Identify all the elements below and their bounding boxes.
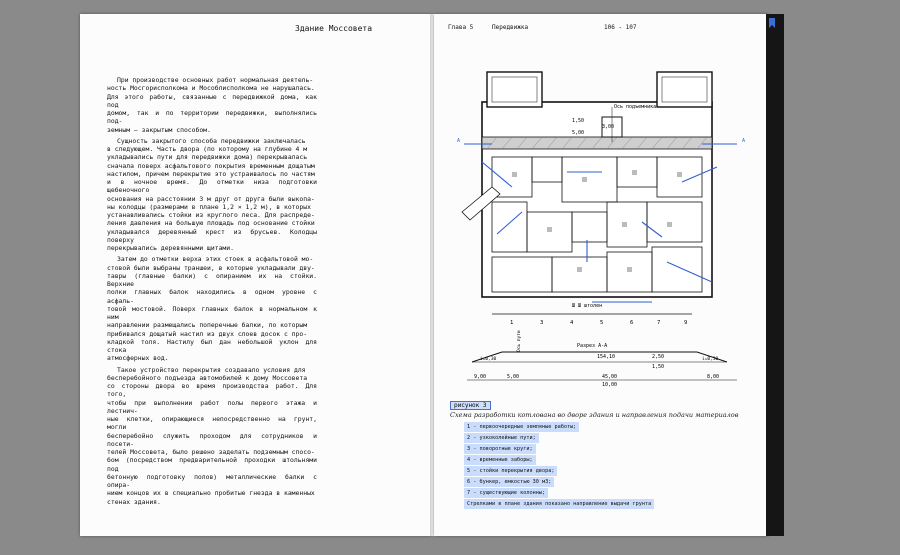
legend-item: 6 - бункер, емкостью 30 м3; xyxy=(464,477,555,487)
legend-item: 7 - существующие колонны; xyxy=(464,488,549,498)
legend-item: 5 - стойки перекрытия двора; xyxy=(464,466,558,476)
svg-text:5: 5 xyxy=(600,320,603,326)
section-marker: А xyxy=(742,138,745,144)
building-outline xyxy=(481,101,713,298)
dim-label: 5,00 xyxy=(572,130,584,136)
building-plan-drawing: Ось подъемника 1,50 3,00 5,00 А А Ш Ш шт… xyxy=(457,71,745,388)
slope-label: i=0,30 xyxy=(702,356,719,362)
svg-text:3: 3 xyxy=(540,320,543,326)
page-numbers: 106 - 107 xyxy=(604,24,637,31)
chapter-label: Глава 5 xyxy=(448,24,474,31)
dim-label: 5,00 xyxy=(507,374,519,380)
dim-label: 45,00 xyxy=(602,374,617,380)
paragraph: Затем до отметки верха этих стоек в асфа… xyxy=(107,255,317,363)
left-page: Здание Моссовета При производстве основн… xyxy=(80,14,432,536)
legend-item: 1 - первоочередные земляные работы; xyxy=(464,422,580,432)
dim-label: 2,50 xyxy=(652,354,664,360)
section-marker: А xyxy=(457,138,460,144)
section-label: Разрез А-А xyxy=(577,343,607,349)
axis-numbers: 1 3 4 5 6 7 9 xyxy=(510,320,687,326)
paragraph: Такое устройство перекрытия создавало ус… xyxy=(107,365,317,506)
legend-item: 2 - узкоколейные пути; xyxy=(464,433,539,443)
legend-item: 4 - временные заборы; xyxy=(464,455,536,465)
svg-text:6: 6 xyxy=(630,320,633,326)
dim-label: 10,00 xyxy=(602,382,617,388)
right-page: Глава 5 Передвижка 106 - 107 Ось подъемн… xyxy=(434,14,768,536)
running-title: Здание Моссовета xyxy=(295,24,373,33)
dim-label: 8,00 xyxy=(707,374,719,380)
figure-title: Схема разработки котлована во дворе здан… xyxy=(450,411,739,419)
scale-note: Ш Ш штолен xyxy=(572,303,602,309)
svg-text:1: 1 xyxy=(510,320,513,326)
dim-label: 3,00 xyxy=(602,124,614,130)
paragraph: Сущность закрытого способа передвижки за… xyxy=(107,136,317,252)
svg-text:9: 9 xyxy=(684,320,687,326)
legend: 1 - первоочередные земляные работы; 2 - … xyxy=(464,422,655,510)
dim-label: 1,50 xyxy=(572,118,584,124)
legend-item: 3 - поворотные круги; xyxy=(464,444,536,454)
axis-word: Ось пути xyxy=(516,330,522,352)
svg-text:4: 4 xyxy=(570,320,574,326)
bookmark-icon[interactable] xyxy=(768,18,776,28)
dim-label: 1,50 xyxy=(652,364,664,370)
book-edge xyxy=(766,14,784,536)
dim-label: 154,10 xyxy=(597,354,615,360)
shaft-axis-label: Ось подъемника xyxy=(614,104,656,110)
slope-label: i=0,30 xyxy=(480,356,497,362)
figure-label: рисунок 3 xyxy=(450,401,491,410)
legend-item: Стрелками в плане здания показано направ… xyxy=(464,499,655,509)
paragraph: При производстве основных работ нормальн… xyxy=(107,76,317,134)
svg-text:7: 7 xyxy=(657,320,660,326)
body-text: При производстве основных работ нормальн… xyxy=(107,76,317,509)
dim-label: 9,00 xyxy=(474,374,486,380)
book-spread: Здание Моссовета При производстве основн… xyxy=(80,14,768,536)
section-label: Передвижка xyxy=(492,24,529,31)
